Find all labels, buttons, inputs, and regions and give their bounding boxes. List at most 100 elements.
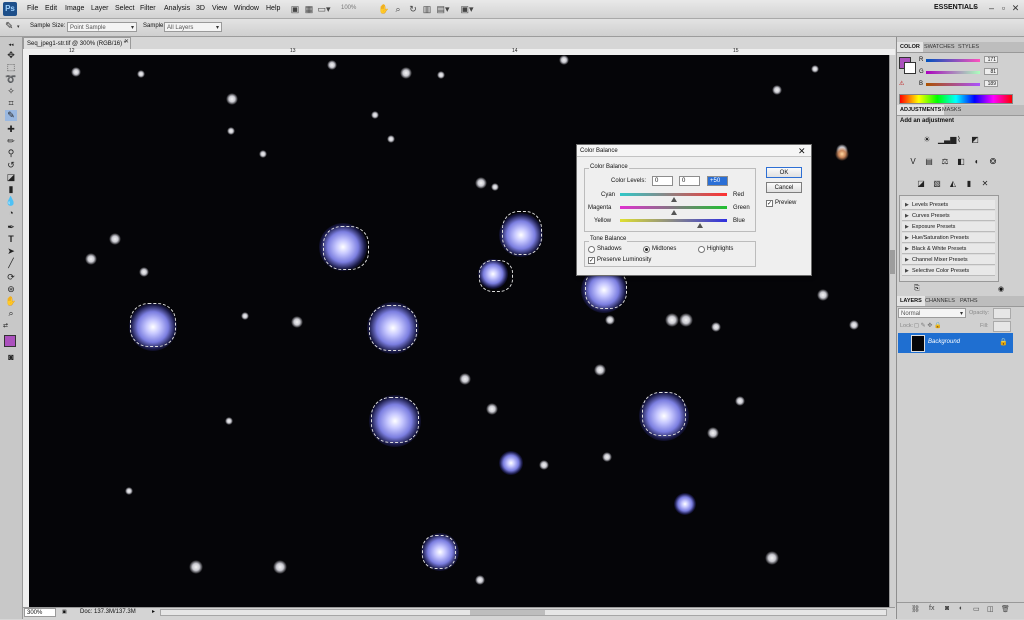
vertical-scroll-thumb[interactable] (889, 250, 895, 274)
shadows-radio[interactable] (588, 246, 595, 253)
hue-saturation-presets[interactable]: Hue/Saturation Presets (902, 233, 995, 243)
yellow-blue-slider[interactable] (620, 219, 727, 222)
rotate-view-icon[interactable]: ↻ (407, 3, 419, 15)
gradient-map-icon[interactable]: ▮ (964, 179, 974, 189)
channel-mixer-icon[interactable]: ❂ (988, 157, 998, 167)
r-value[interactable]: 171 (984, 56, 998, 63)
b-value[interactable]: 189 (984, 80, 998, 87)
color-spectrum-ramp[interactable] (899, 94, 1013, 104)
exposure-presets[interactable]: Exposure Presets (902, 222, 995, 232)
tab-swatches[interactable]: SWATCHES (921, 42, 958, 52)
crop-tool-icon[interactable]: ⌗ (5, 98, 17, 109)
link-layers-icon[interactable]: ⛓ (911, 605, 920, 613)
hue-saturation-icon[interactable]: ▤ (924, 157, 934, 167)
arrange-documents-icon[interactable]: ▤▾ (434, 3, 452, 15)
workspace-switcher[interactable]: ESSENTIALS (934, 4, 978, 11)
highlights-radio[interactable] (698, 246, 705, 253)
opacity-field[interactable] (993, 308, 1011, 319)
tab-styles[interactable]: STYLES (955, 42, 982, 52)
shape-tool-icon[interactable]: ╱ (5, 258, 17, 269)
clip-layer-icon[interactable]: ⎘ (914, 285, 920, 293)
quick-select-tool-icon[interactable]: ✧ (5, 86, 17, 97)
tab-channels[interactable]: CHANNELS (922, 296, 958, 306)
menu-file[interactable]: File (27, 0, 38, 18)
path-select-tool-icon[interactable]: ➤ (5, 246, 17, 257)
magenta-green-level-input[interactable]: 0 (679, 176, 700, 186)
menu-select[interactable]: Select (115, 0, 134, 18)
chevron-down-icon[interactable]: ▾ (17, 24, 20, 30)
marquee-tool-icon[interactable]: ⬚ (5, 62, 17, 73)
threshold-icon[interactable]: ◭ (948, 179, 958, 189)
menu-edit[interactable]: Edit (45, 0, 57, 18)
dialog-close-icon[interactable]: ✕ (798, 145, 806, 157)
tab-adjustments[interactable]: ADJUSTMENTS (897, 105, 945, 115)
levels-presets[interactable]: Levels Presets (902, 200, 995, 210)
invert-icon[interactable]: ◪ (916, 179, 926, 189)
preview-checkbox[interactable]: ✓ (766, 200, 773, 207)
gamut-warning-icon[interactable]: ⚠ (899, 80, 904, 87)
channel-mixer-presets[interactable]: Channel Mixer Presets (902, 255, 995, 265)
pen-tool-icon[interactable]: ✒ (5, 222, 17, 233)
tab-paths[interactable]: PATHS (957, 296, 981, 306)
screen-mode-icon[interactable]: ▣▾ (458, 3, 476, 15)
yellow-blue-level-input[interactable]: +50 (707, 176, 728, 186)
g-value[interactable]: 81 (984, 68, 998, 75)
vibrance-icon[interactable]: V (908, 157, 918, 167)
history-brush-tool-icon[interactable]: ↺ (5, 160, 17, 171)
levels-icon[interactable]: ▁▃▆ (938, 135, 956, 145)
move-tool-icon[interactable]: ✥ (5, 50, 17, 61)
g-slider[interactable] (926, 71, 980, 74)
mini-bridge-icon[interactable]: ▦ (303, 3, 315, 15)
close-icon[interactable]: ✕ (1010, 3, 1021, 14)
layer-style-icon[interactable]: fx (929, 605, 934, 612)
fill-field[interactable] (993, 321, 1011, 332)
menu-3d[interactable]: 3D (196, 0, 205, 18)
quick-mask-icon[interactable]: ◙ (5, 352, 17, 363)
horizontal-scroll-thumb[interactable] (470, 610, 545, 615)
restore-icon[interactable]: ▫ (998, 3, 1009, 14)
3d-orbit-tool-icon[interactable]: ⊛ (5, 284, 17, 295)
tab-layers[interactable]: LAYERS (897, 296, 925, 306)
tab-color[interactable]: COLOR (897, 42, 923, 52)
black-white-presets[interactable]: Black & White Presets (902, 244, 995, 254)
photo-filter-icon[interactable]: ◐ (972, 157, 982, 167)
yellow-blue-slider-thumb[interactable] (697, 223, 704, 228)
clone-stamp-tool-icon[interactable]: ⚲ (5, 148, 17, 159)
menu-analysis[interactable]: Analysis (164, 0, 190, 18)
zoom-tool-icon[interactable]: ⌕ (5, 308, 17, 319)
menu-help[interactable]: Help (266, 0, 280, 18)
cyan-red-level-input[interactable]: 0 (652, 176, 673, 186)
new-group-icon[interactable]: ▭ (973, 605, 980, 613)
cancel-button[interactable]: Cancel (766, 182, 802, 193)
visibility-toggle-icon[interactable]: ◉ (998, 285, 1004, 293)
background-color-swatch[interactable] (904, 62, 916, 74)
hand-tool-icon[interactable]: ✋ (378, 3, 390, 15)
bridge-icon[interactable]: ▣ (289, 3, 301, 15)
black-white-icon[interactable]: ◧ (956, 157, 966, 167)
curves-icon[interactable]: ⌇ (954, 135, 964, 145)
eraser-tool-icon[interactable]: ◪ (5, 172, 17, 183)
hand-tool-icon[interactable]: ✋ (5, 296, 17, 307)
exposure-icon[interactable]: ◩ (970, 135, 980, 145)
posterize-icon[interactable]: ▧ (932, 179, 942, 189)
dodge-tool-icon[interactable]: ◔ (5, 208, 17, 219)
vertical-scrollbar[interactable] (889, 55, 896, 607)
3d-rotate-tool-icon[interactable]: ⟳ (5, 272, 17, 283)
layer-row-background[interactable]: Background 🔒 (898, 333, 1013, 353)
midtones-radio[interactable] (643, 246, 650, 253)
brush-tool-icon[interactable]: ✏ (5, 136, 17, 147)
status-menu-icon[interactable]: ▣ (62, 609, 67, 615)
menu-window[interactable]: Window (234, 0, 259, 18)
menu-filter[interactable]: Filter (140, 0, 156, 18)
document-tab[interactable]: Seq_jpeg1-str.tif @ 300% (RGB/16) * (23, 37, 131, 49)
cyan-red-slider-thumb[interactable] (670, 197, 677, 202)
swap-colors-icon[interactable]: ⇄ (3, 322, 8, 329)
preserve-luminosity-checkbox[interactable]: ✓ (588, 257, 595, 264)
menu-view[interactable]: View (212, 0, 227, 18)
sample-size-select[interactable]: Point Sample ▾ (67, 22, 137, 32)
color-balance-icon[interactable]: ⚖ (940, 157, 950, 167)
foreground-color-swatch[interactable] (4, 335, 16, 347)
eyedropper-tool-icon[interactable]: ✎ (5, 110, 17, 121)
zoom-level-readout[interactable]: 100% (341, 5, 356, 11)
minimize-icon[interactable]: – (986, 3, 997, 14)
